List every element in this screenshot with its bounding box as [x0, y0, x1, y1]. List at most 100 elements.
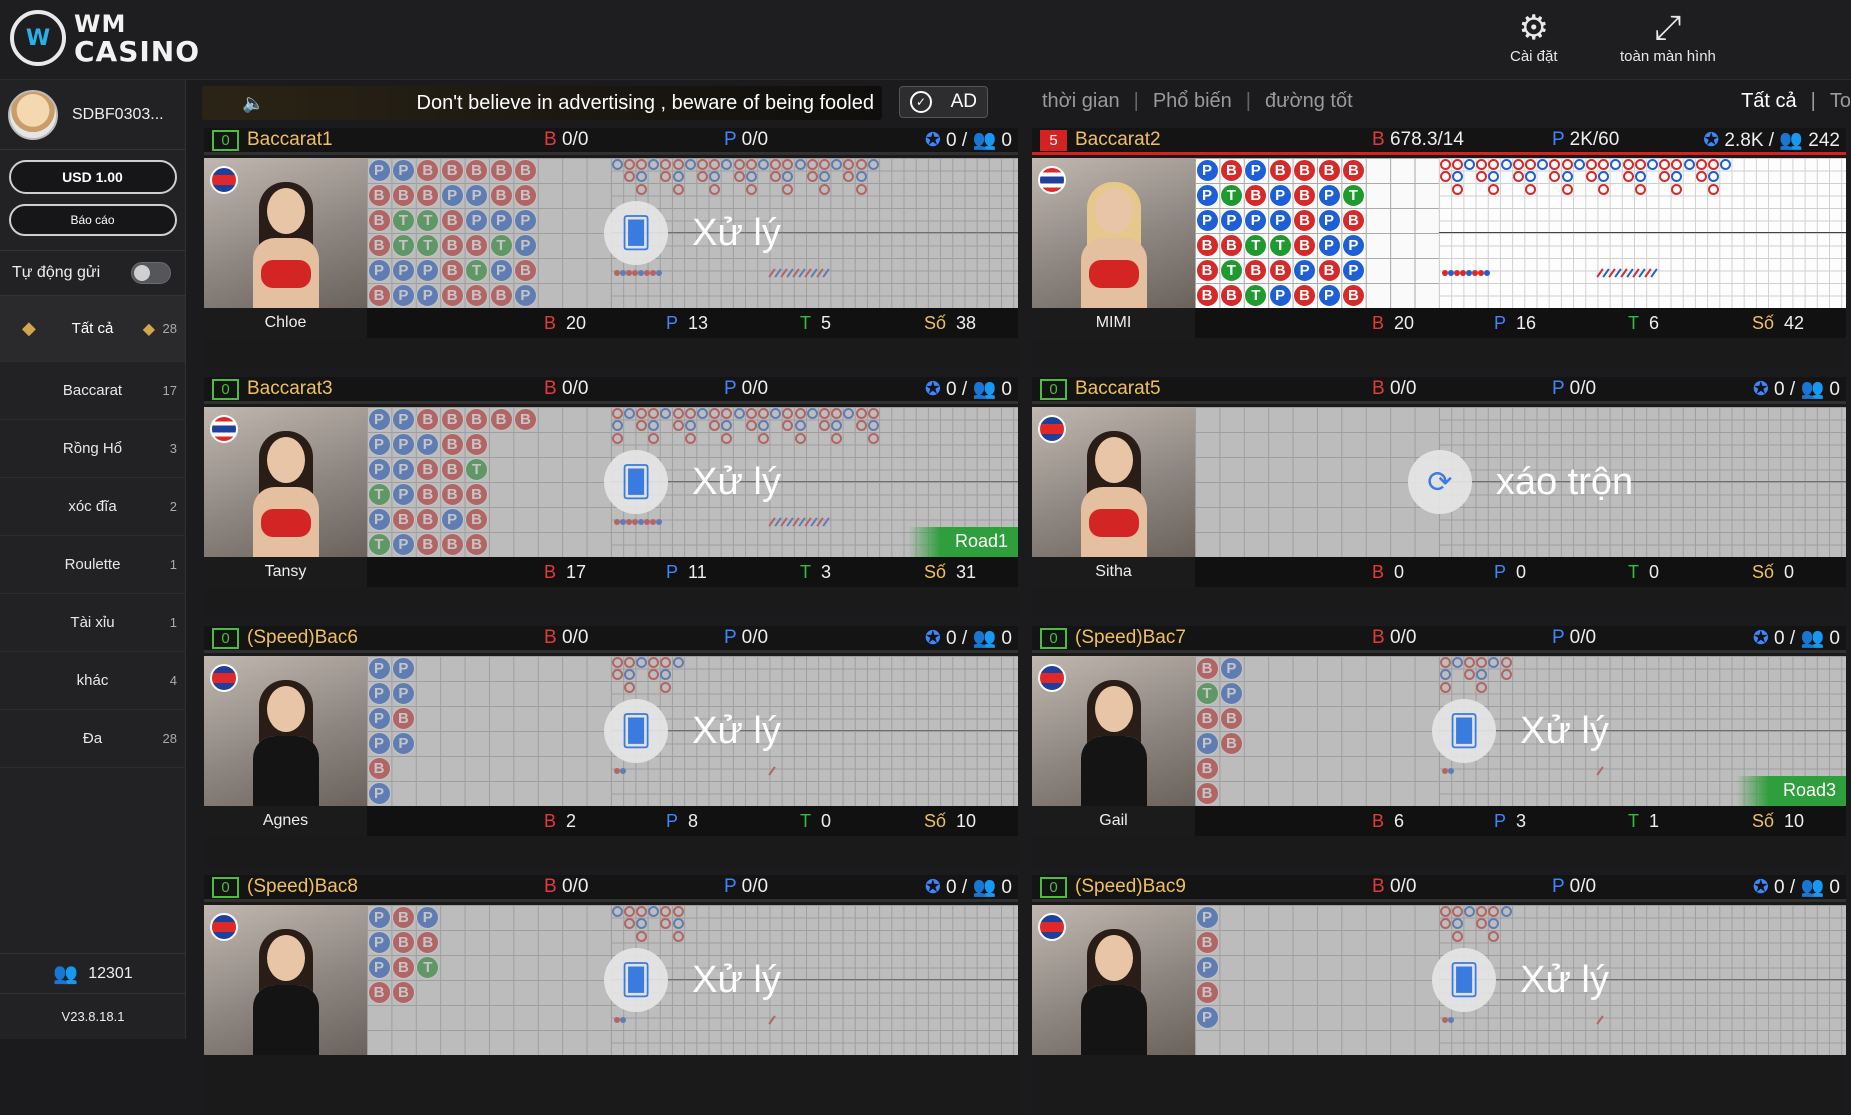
round-count: Số 10 — [1752, 810, 1805, 831]
category-dragon-tiger[interactable]: Rồng Hổ 3 — [0, 420, 185, 478]
online-number: 12301 — [88, 964, 133, 982]
road-marker — [1561, 183, 1573, 195]
bead-p: P — [1317, 283, 1341, 307]
speaker-icon: 🔈 — [242, 92, 265, 113]
banker-bets: B 0/0 — [544, 378, 589, 399]
logo-line1: WM — [74, 10, 127, 38]
category-multi[interactable]: Đa 28 — [0, 710, 185, 768]
road-marker — [1561, 171, 1573, 182]
category-tai-xiu[interactable]: Tài xỉu 1 — [0, 594, 185, 652]
road-marker — [1598, 171, 1610, 182]
filter-to[interactable]: To — [1830, 90, 1851, 113]
bead-p: P — [1341, 233, 1365, 257]
bead-p: P — [1244, 208, 1268, 232]
filter-popular[interactable]: Phổ biến — [1153, 90, 1232, 113]
table-status: 0 — [212, 627, 239, 649]
road-marker — [1463, 158, 1475, 170]
table-status-overlay: 🂠 Xử lý — [1195, 905, 1846, 1055]
banker-count: B2 — [544, 810, 577, 831]
flag-icon — [1038, 913, 1066, 941]
table-header: 0 Baccarat1 B 0/0 P 0/0 ✪ 0 / 👥 0 — [204, 128, 1018, 155]
wm-casino-logo[interactable]: W WM CASINO — [10, 10, 200, 66]
table-status-overlay: 🂠 Xử lý — [367, 905, 1018, 1055]
overlay-label: xáo trộn — [1495, 460, 1634, 503]
road-marker — [1476, 158, 1488, 170]
bead-b: B — [1293, 283, 1317, 307]
road-marker — [1598, 158, 1610, 170]
category-xoc-dia[interactable]: xóc đĩa 2 — [0, 478, 185, 536]
settings-button[interactable]: ⚙ Cài đặt — [1510, 8, 1558, 65]
player-count: P 11 — [666, 561, 707, 582]
game-table[interactable]: 0(Speed)Bac7B 0/0P 0/0✪ 0 / 👥 0BPTPBBPBB… — [1032, 626, 1846, 866]
game-table[interactable]: 0(Speed)Bac8B 0/0P 0/0✪ 0 / 👥 0PBPPBBPBT… — [204, 875, 1018, 1115]
table-name: Baccarat1 — [247, 129, 333, 150]
dealer-image — [1032, 656, 1195, 806]
dealer-image — [204, 905, 367, 1055]
road-marker — [1646, 158, 1658, 170]
road-marker — [1573, 158, 1585, 170]
ad-toggle-button[interactable]: ✓ AD — [899, 86, 988, 118]
bead-p: P — [1268, 183, 1292, 207]
table-status: 0 — [212, 876, 239, 898]
bead-b: B — [1244, 183, 1268, 207]
users-icon: 👥 — [53, 963, 79, 985]
table-name: Baccarat3 — [247, 378, 333, 399]
balance-button[interactable]: USD 1.00 — [8, 160, 177, 194]
bead-b: B — [1268, 258, 1292, 282]
game-table[interactable]: 5 Baccarat2 B 678.3/14 P 2K/60 ✪ 2.8K / 👥 24… — [1032, 128, 1846, 368]
game-table[interactable]: 0(Speed)Bac9B 0/0P 0/0✪ 0 / 👥 0PBPBP🂠Xử … — [1032, 875, 1846, 1115]
game-table[interactable]: 0 Baccarat5 B 0/0 P 0/0 ✪ 0 / 👥 0 ⟳ xáo trộn Si… — [1032, 377, 1846, 617]
road-marker — [1707, 158, 1719, 170]
table-name: Baccarat2 — [1075, 129, 1161, 150]
logo-mark: W — [10, 10, 66, 66]
category-count: 2 — [169, 499, 177, 514]
flag-icon — [210, 415, 238, 443]
dealer-name: Tansy — [204, 557, 367, 587]
sort-filters: thời gian | Phổ biến | đường tốt — [1042, 90, 1353, 113]
category-other[interactable]: khác 4 — [0, 652, 185, 710]
auto-send-toggle[interactable] — [131, 262, 171, 284]
road-marker — [1695, 158, 1707, 170]
road-marker — [1476, 171, 1488, 182]
users-icon: 👥 — [1800, 628, 1825, 649]
banker-bets: B 0/0 — [544, 627, 589, 648]
player-bets: P 2K/60 — [1552, 129, 1620, 150]
road-marker — [1598, 183, 1610, 195]
table-stats: ✪ 0 / 👥 0 — [924, 877, 1012, 898]
flag-icon — [210, 664, 238, 692]
bead-b: B — [1293, 183, 1317, 207]
filter-all[interactable]: Tất cả — [1741, 90, 1797, 113]
player-count: P 13 — [666, 312, 709, 333]
road-marker — [1512, 158, 1524, 170]
avatar[interactable] — [8, 89, 58, 140]
category-all[interactable]: ◆ Tất cả ◆ 28 — [0, 296, 185, 362]
bead-b: B — [1317, 158, 1341, 182]
table-status: 0 — [212, 129, 239, 151]
category-baccarat[interactable]: Baccarat 17 — [0, 362, 185, 420]
table-status-overlay: 🂠 Xử lý — [367, 158, 1018, 308]
road-marker — [1671, 183, 1683, 195]
table-footer: Agnes B 2 P 8 T 0 Số 10 — [204, 806, 1018, 836]
overlay-label: Xử lý — [692, 211, 781, 254]
game-table[interactable]: 0Baccarat1B 0/0P 0/0✪ 0 / 👥 0PPBBBBBBBBP… — [204, 128, 1018, 368]
player-bets: P 0/0 — [724, 876, 769, 897]
auto-send-row: Tự động gửi — [0, 250, 185, 296]
banker-bets: B 0/0 — [1372, 627, 1417, 648]
bead-b: B — [1268, 158, 1292, 182]
game-table[interactable]: 0Baccarat3B 0/0P 0/0✪ 0 / 👥 0PPBBBBBPPPB… — [204, 377, 1018, 617]
filter-time[interactable]: thời gian — [1042, 90, 1120, 113]
game-table[interactable]: 0(Speed)Bac6B 0/0P 0/0✪ 0 / 👥 0PPPPPBPPB… — [204, 626, 1018, 866]
category-roulette[interactable]: Roulette 1 — [0, 536, 185, 594]
filter-good-road[interactable]: đường tốt — [1265, 90, 1353, 113]
fullscreen-button[interactable]: ⤢ toàn màn hình — [1620, 8, 1716, 65]
table-status-overlay: 🂠 Xử lý — [367, 656, 1018, 806]
bead-t: T — [1244, 283, 1268, 307]
flag-icon — [1038, 166, 1066, 194]
dealer-image — [204, 407, 367, 557]
banker-count: B0 — [1372, 561, 1405, 582]
bead-b: B — [1341, 158, 1365, 182]
derived-roads — [1439, 158, 1846, 308]
report-button[interactable]: Báo cáo — [8, 204, 177, 236]
bead-b: B — [1195, 283, 1219, 307]
version-label: V23.8.18.1 — [0, 993, 186, 1039]
